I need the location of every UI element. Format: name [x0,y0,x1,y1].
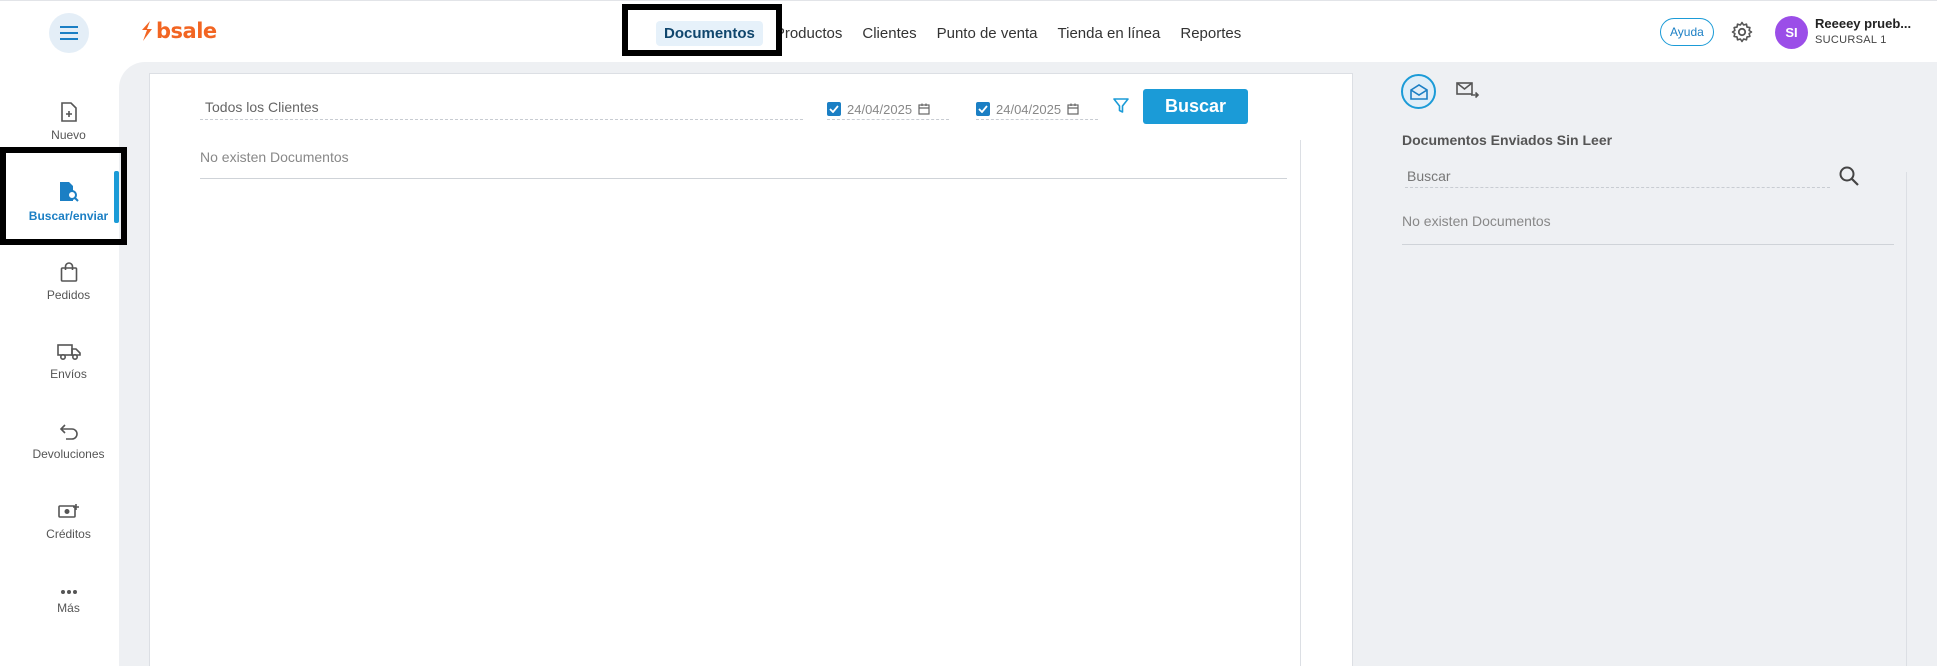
nav-item-documentos[interactable]: Documentos [656,21,763,46]
logo[interactable]: bsale [140,19,217,43]
results-divider [1300,140,1301,666]
check-icon [978,105,988,113]
sidebar-item-mas[interactable]: Más [0,567,137,637]
user-name[interactable]: Reeeey prueb... [1815,16,1911,31]
unread-search-input[interactable]: Buscar [1405,168,1830,188]
bsale-logo-icon [142,21,152,41]
search-document-icon [59,182,79,202]
sidebar-item-nuevo[interactable]: Nuevo [0,87,137,157]
sidebar-item-label: Buscar/enviar [28,209,109,223]
check-icon [829,105,839,113]
more-dots-icon [60,590,77,594]
date-from-field[interactable]: 24/04/2025 [827,99,949,120]
logo-text: bsale [156,19,217,43]
search-icon[interactable] [1838,165,1860,187]
filter-icon[interactable] [1113,98,1129,114]
date-to-value: 24/04/2025 [996,101,1062,117]
sidebar-item-label: Envíos [50,367,87,381]
unread-list-divider [1906,172,1907,666]
date-from-checkbox[interactable] [827,102,841,116]
sidebar-item-devoluciones[interactable]: Devoluciones [0,407,137,477]
main-nav: Documentos Productos Clientes Punto de v… [656,21,1253,46]
unread-empty-message: No existen Documentos [1402,213,1894,245]
search-button[interactable]: Buscar [1143,89,1248,124]
nav-item-tienda-en-linea[interactable]: Tienda en línea [1050,21,1169,46]
nav-item-clientes[interactable]: Clientes [854,21,924,46]
forward-mail-icon[interactable] [1455,80,1481,102]
calendar-icon[interactable] [918,103,930,115]
truck-icon [56,344,81,361]
date-to-field[interactable]: 24/04/2025 [976,99,1098,120]
sidebar-item-label: Nuevo [51,128,86,142]
sidebar-item-label: Devoluciones [32,447,105,461]
hamburger-menu-button[interactable] [49,13,89,53]
nav-item-punto-de-venta[interactable]: Punto de venta [929,21,1046,46]
empty-documents-message: No existen Documentos [200,149,1287,179]
branch-name: SUCURSAL 1 [1815,34,1887,46]
client-filter-field[interactable]: Todos los Clientes [200,99,803,120]
sidebar-item-creditos[interactable]: Créditos [0,487,137,557]
unread-mail-tab[interactable] [1401,74,1436,109]
sidebar-item-label: Más [57,601,80,615]
date-to-checkbox[interactable] [976,102,990,116]
avatar[interactable]: SI [1775,16,1808,49]
open-mail-icon [1409,83,1428,100]
help-button[interactable]: Ayuda [1660,18,1714,46]
unread-documents-panel [1355,62,1937,666]
return-arrow-icon [59,424,78,440]
gear-icon[interactable] [1730,20,1754,44]
nav-item-productos[interactable]: Productos [767,21,851,46]
sidebar-item-envios[interactable]: Envíos [0,327,137,397]
unread-documents-title: Documentos Enviados Sin Leer [1402,132,1613,148]
date-from-value: 24/04/2025 [847,101,913,117]
menu-icon [60,26,78,40]
new-document-icon [60,102,77,122]
money-plus-icon [57,504,79,518]
sidebar-item-label: Pedidos [46,288,91,302]
calendar-icon[interactable] [1067,103,1079,115]
nav-item-reportes[interactable]: Reportes [1172,21,1249,46]
top-bar: bsale Documentos Productos Clientes Punt… [0,0,1937,62]
shopping-bag-icon [60,262,77,282]
sidebar-item-pedidos[interactable]: Pedidos [0,247,137,317]
sidebar-item-label: Créditos [46,527,91,541]
sidebar: Nuevo Buscar/enviar Pedidos Envíos Devol… [0,62,120,666]
